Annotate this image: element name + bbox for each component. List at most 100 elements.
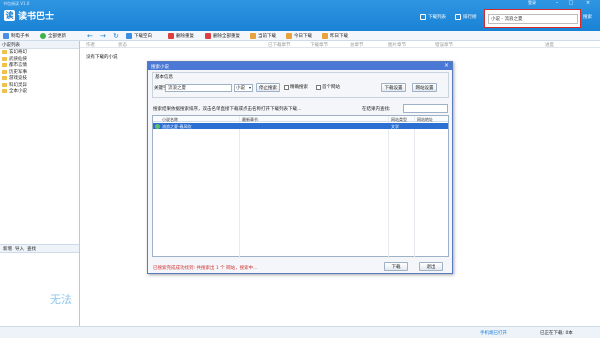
left-panel-toolbar: 新增 导入 查找 <box>0 244 79 253</box>
exact-search-label: 精确搜索 <box>290 85 308 90</box>
column-header[interactable]: 已下载章节 <box>268 42 291 48</box>
toolbar-item-label: 当前下载 <box>258 34 276 39</box>
left-panel: 小说列表 玄幻奇幻 武侠仙侠 都市言情 历史军事 游戏竞技 科幻灵异 全本小说 … <box>0 41 80 326</box>
column-header[interactable]: 小说名称 <box>162 117 178 123</box>
download-settings-button[interactable]: 下载设置 <box>381 83 406 92</box>
folder-icon <box>2 63 7 68</box>
toolbar-item-0[interactable]: 下载空白 <box>126 32 152 40</box>
reload-icon[interactable]: ↻ <box>113 32 119 40</box>
column-header[interactable]: 网站地址 <box>417 117 433 123</box>
category-label: 都市言情 <box>9 63 27 69</box>
folder-icon <box>2 69 7 74</box>
toolbar-item-label: 今日下载 <box>294 34 312 39</box>
toolbar-item-5[interactable]: 昨日下载 <box>322 32 348 40</box>
category-label: 科幻灵异 <box>9 82 27 88</box>
toolbar-item-1[interactable]: 删除重复 <box>168 32 194 40</box>
make-ebook-label: 制电子书 <box>11 34 29 39</box>
result-name: 流浪之夏-春风吹 <box>162 123 192 129</box>
app-logo: 读 读书巴士 <box>4 8 56 22</box>
watermark-text: 无法 <box>50 293 72 306</box>
column-header[interactable]: 最新章节 <box>242 117 258 123</box>
column-header[interactable]: 错误章节 <box>435 42 453 48</box>
minimize-button[interactable]: – <box>552 0 562 7</box>
search-status: 已搜索完成成功找到: 共搜索出 1 个 网站，搜索中... <box>153 266 258 271</box>
forward-arrow-icon[interactable]: → <box>100 32 106 40</box>
exit-button[interactable]: 退出 <box>419 262 443 271</box>
find-button[interactable]: 查找 <box>27 246 36 252</box>
dialog-title: 搜索小说 <box>151 64 169 70</box>
book-icon <box>3 33 9 39</box>
chevron-down-icon: ▾ <box>248 85 251 90</box>
today-download-icon <box>286 33 292 39</box>
toolbar-item-3[interactable]: 当前下载 <box>250 32 276 40</box>
first-site-label: 首个网站 <box>322 85 340 90</box>
toolbar-item-2[interactable]: 删除全部重复 <box>205 32 240 40</box>
logo-text: 读书巴士 <box>18 11 55 22</box>
nav-download-list[interactable]: 下载列表 <box>420 13 446 21</box>
search-hint: 搜索结果依据搜索排序，双击名单直接下载或点击名称打开下载列表下载... <box>153 107 302 112</box>
category-label: 全本小说 <box>9 89 27 95</box>
table-row[interactable]: 流浪之夏-春风吹 文学 <box>153 123 448 129</box>
search-dialog: 搜索小说 × 基本信息 关键字 小说 ▾ 停止搜索 精确搜索 首个网站 下载设置… <box>147 61 453 274</box>
folder-icon <box>2 50 7 55</box>
ranking-icon <box>455 14 461 20</box>
update-all-button[interactable]: 全部更新 <box>40 32 66 40</box>
toolbar-item-label: 删除重复 <box>176 34 194 39</box>
stop-search-button[interactable]: 停止搜索 <box>256 83 280 92</box>
current-download-icon <box>250 33 256 39</box>
results-table: 小说名称 最新章节 网站类型 网站地址 流浪之夏-春风吹 文学 <box>152 115 449 258</box>
exact-search-checkbox[interactable]: 精确搜索 <box>284 84 308 90</box>
first-site-checkbox[interactable]: 首个网站 <box>316 84 340 90</box>
filter-input[interactable] <box>403 104 448 113</box>
dialog-close-icon[interactable]: × <box>444 62 449 69</box>
folder-icon <box>2 82 7 87</box>
download-icon <box>126 33 132 39</box>
result-type: 文学 <box>391 123 399 129</box>
toolbar: 制电子书 全部更新 ← → ↻ 下载空白 删除重复 删除全部重复 当前下载 今日… <box>0 31 600 41</box>
login-link[interactable]: 登录 <box>528 0 536 6</box>
update-all-label: 全部更新 <box>48 34 66 39</box>
column-header[interactable]: 图片章节 <box>388 42 406 48</box>
delete-icon <box>168 33 174 39</box>
column-divider <box>388 116 389 258</box>
yesterday-download-icon <box>322 33 328 39</box>
type-select-value: 小说 <box>236 86 245 91</box>
mobile-status[interactable]: 手机端已打开 <box>480 330 507 336</box>
folder-icon <box>2 56 7 61</box>
keyword-input[interactable] <box>165 84 232 92</box>
close-button[interactable]: × <box>582 0 594 7</box>
dialog-titlebar: 搜索小说 × <box>148 62 452 70</box>
make-ebook-button[interactable]: 制电子书 <box>3 32 29 40</box>
nav-download-list-label: 下载列表 <box>428 15 446 20</box>
download-list-icon <box>420 14 426 20</box>
category-item[interactable]: 全本小说 <box>0 88 79 95</box>
search-highlight-box <box>484 9 581 28</box>
column-header[interactable]: 网站类型 <box>391 117 407 123</box>
nav-ranking[interactable]: 排行榜 <box>455 13 477 21</box>
search-input[interactable] <box>488 14 578 24</box>
group-label: 基本信息 <box>155 75 173 80</box>
column-divider <box>414 116 415 258</box>
toolbar-item-4[interactable]: 今日下载 <box>286 32 312 40</box>
maximize-button[interactable]: □ <box>566 0 576 7</box>
back-arrow-icon[interactable]: ← <box>87 32 93 40</box>
site-settings-button[interactable]: 网站设置 <box>412 83 437 92</box>
search-button[interactable]: 搜索 <box>583 14 592 20</box>
column-divider <box>239 116 240 258</box>
column-headers: 作者 状态 已下载章节 下载章节 总章节 图片章节 错误章节 进度 <box>80 41 600 48</box>
result-status-icon <box>155 123 160 129</box>
column-header[interactable]: 进度 <box>545 42 554 48</box>
column-header[interactable]: 下载章节 <box>310 42 328 48</box>
column-header[interactable]: 状态 <box>118 42 127 48</box>
download-button[interactable]: 下载 <box>384 262 408 271</box>
column-header[interactable]: 作者 <box>86 42 95 48</box>
title-bar: 书包阅读 V1.0 读 读书巴士 登录 – □ × 下载列表 排行榜 搜索 <box>0 0 600 31</box>
toolbar-item-label: 下载空白 <box>134 34 152 39</box>
import-button[interactable]: 导入 <box>15 246 24 252</box>
type-select[interactable]: 小说 ▾ <box>234 84 253 92</box>
add-button[interactable]: 新增 <box>3 246 12 252</box>
results-header: 小说名称 最新章节 网站类型 网站地址 <box>153 116 448 122</box>
column-header[interactable]: 总章节 <box>350 42 364 48</box>
window-title: 书包阅读 V1.0 <box>3 1 30 6</box>
refresh-icon <box>40 33 46 39</box>
